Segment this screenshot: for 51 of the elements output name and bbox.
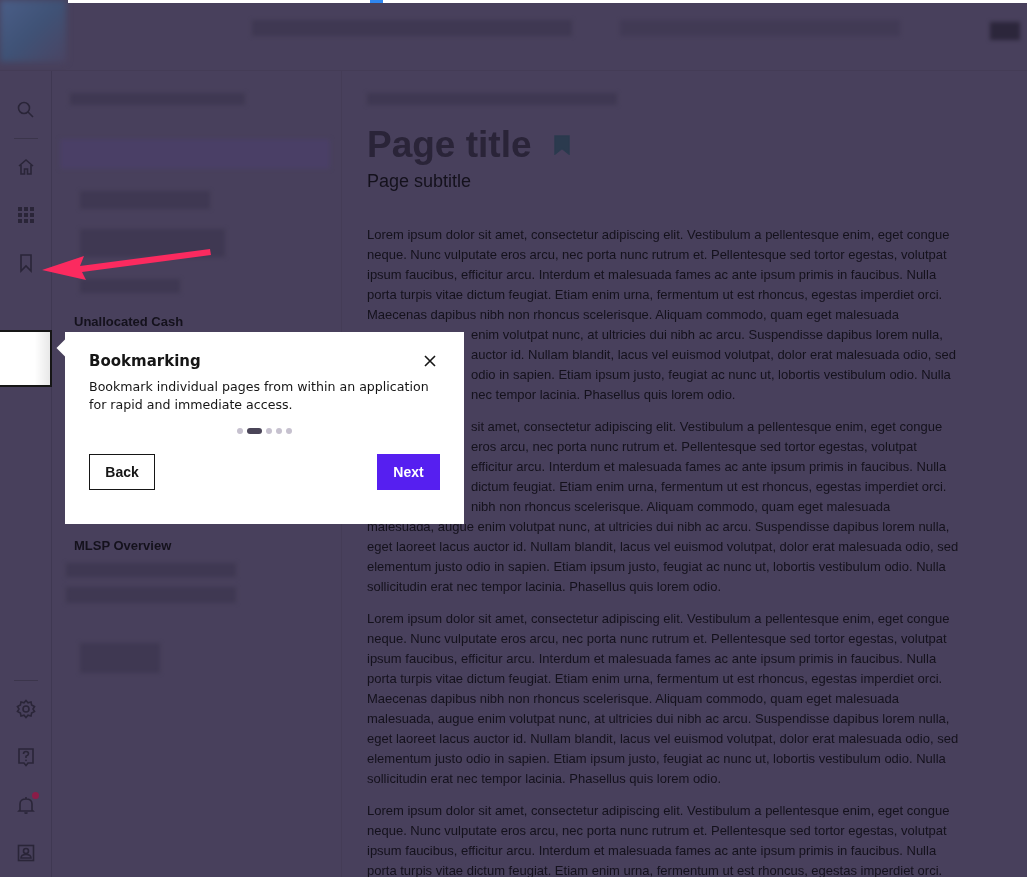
- step-dot[interactable]: [266, 428, 272, 434]
- blurred-logo: [0, 0, 66, 62]
- text-line: odio in sapien. Etiam ipsum justo, feugiat ac nunc ut, lobortis vestibulum odio. Nulla: [471, 366, 951, 384]
- text-line: neque. Nunc vulputate eros arcu, nec porta nunc rutrum et. Pellentesque sed tortor egestas, volutpat: [367, 822, 947, 840]
- text-line: nec tempor lacinia. Phasellus quis lorem odio.: [471, 386, 736, 404]
- text-line: porta turpis vitae dictum feugiat. Etiam enim urna, fermentum ut est rhoncus, egestas imperdiet orci.: [367, 286, 943, 304]
- account-icon[interactable]: [15, 843, 36, 863]
- text-line: elementum justo odio in sapien. Etiam ipsum justo, feugiat ac nunc ut, lobortis vestibulum odio. Nulla: [367, 558, 946, 576]
- text-line: Lorem ipsum dolor sit amet, consectetur adipiscing elit. Vestibulum a pellentesque enim, eget congue: [367, 610, 950, 628]
- text-line: sollicitudin erat nec tempor lacinia. Phasellus quis lorem odio.: [367, 770, 722, 788]
- text-line: elementum justo odio in sapien. Etiam ipsum justo, feugiat ac nunc ut, lobortis vestibulum odio. Nulla: [367, 750, 946, 768]
- next-button[interactable]: Next: [377, 454, 440, 490]
- close-icon[interactable]: [424, 355, 436, 367]
- text-line: Lorem ipsum dolor sit amet, consectetur adipiscing elit. Vestibulum a pellentesque enim, eget congue: [367, 802, 950, 820]
- page-subtitle: Page subtitle: [367, 171, 473, 192]
- text-line: porta turpis vitae dictum feugiat. Etiam enim urna, fermentum ut est rhoncus, egestas imperdiet orci.: [367, 670, 943, 688]
- text-line: eget laoreet lacus auctor id. Nullam blandit, lacus vel euismod volutpat, dolor erat malesuada odio, sed: [367, 538, 959, 556]
- text-line: nibh non rhoncus scelerisque. Aliquam commodo, quam eget malesuada: [471, 498, 891, 516]
- text-line: malesuada, augue enim volutpat nunc, at ultricies dui nibh ac arcu. Suspendisse dapibus lorem nulla,: [367, 518, 950, 536]
- text-line: neque. Nunc vulputate eros arcu, nec porta nunc rutrum et. Pellentesque sed tortor egestas, volutpat: [367, 246, 947, 264]
- step-dot[interactable]: [237, 428, 243, 434]
- bookmark-icon[interactable]: [553, 135, 570, 155]
- text-line: porta turpis vitae dictum feugiat. Etiam enim urna, fermentum ut est rhoncus, egestas imperdiet orci.: [367, 862, 943, 877]
- text-line: ipsum faucibus, efficitur arcu. Interdum et malesuada fames ac ante ipsum primis in faucibus. Nulla: [367, 650, 937, 668]
- settings-icon[interactable]: [15, 699, 36, 719]
- bell-icon[interactable]: [15, 795, 36, 815]
- apps-icon[interactable]: [15, 205, 36, 225]
- text-line: sollicitudin erat nec tempor lacinia. Phasellus quis lorem odio.: [367, 578, 722, 596]
- text-line: auctor id. Nullam blandit, lacus vel euismod volutpat, dolor erat malesuada odio, sed: [471, 346, 956, 364]
- text-line: sit amet, consectetur adipiscing elit. Vestibulum a pellentesque enim, eget congue: [471, 418, 943, 436]
- text-line: neque. Nunc vulputate eros arcu, nec porta nunc rutrum et. Pellentesque sed tortor egestas, volutpat: [367, 630, 947, 648]
- text-line: Lorem ipsum dolor sit amet, consectetur adipiscing elit. Vestibulum a pellentesque enim, eget congue: [367, 226, 950, 244]
- popover-text: Bookmark individual pages from within an application for rapid and immediate access.: [89, 378, 430, 414]
- back-button[interactable]: Back: [89, 454, 155, 490]
- text-line: dictum feugiat. Etiam enim urna, fermentum ut est rhoncus, egestas imperdiet orci.: [471, 478, 947, 496]
- text-line: eget laoreet lacus auctor id. Nullam blandit, lacus vel euismod volutpat, dolor erat malesuada odio, sed: [367, 730, 959, 748]
- search-icon[interactable]: [15, 100, 36, 120]
- text-line: Maecenas dapibus nibh non rhoncus scelerisque. Aliquam commodo, quam eget malesuada: [367, 690, 899, 708]
- text-line: ipsum faucibus, efficitur arcu. Interdum et malesuada fames ac ante ipsum primis in faucibus. Nulla: [367, 842, 937, 860]
- text-line: malesuada, augue enim volutpat nunc, at ultricies dui nibh ac arcu. Suspendisse dapibus lorem nulla,: [367, 710, 950, 728]
- text-line: ipsum faucibus, efficitur arcu. Interdum et malesuada fames ac ante ipsum primis in faucibus. Nulla: [367, 266, 937, 284]
- step-dot[interactable]: [276, 428, 282, 434]
- text-line: efficitur arcu. Interdum et malesuada fames ac ante ipsum primis in faucibus. Nulla: [471, 458, 947, 476]
- text-line: enim volutpat nunc, at ultricies dui nibh ac arcu. Suspendisse dapibus lorem nulla,: [471, 326, 943, 344]
- popover-title: Bookmarking: [89, 352, 201, 370]
- text-line: eros arcu, nec porta nunc rutrum et. Pellentesque sed tortor egestas, volutpat: [471, 438, 917, 456]
- step-dot[interactable]: [286, 428, 292, 434]
- highlight-box: [0, 330, 52, 387]
- help-icon[interactable]: [15, 747, 36, 767]
- blurred-block: [990, 22, 1020, 40]
- text-line: Maecenas dapibus nibh non rhoncus scelerisque. Aliquam commodo, quam eget malesuada: [367, 306, 899, 324]
